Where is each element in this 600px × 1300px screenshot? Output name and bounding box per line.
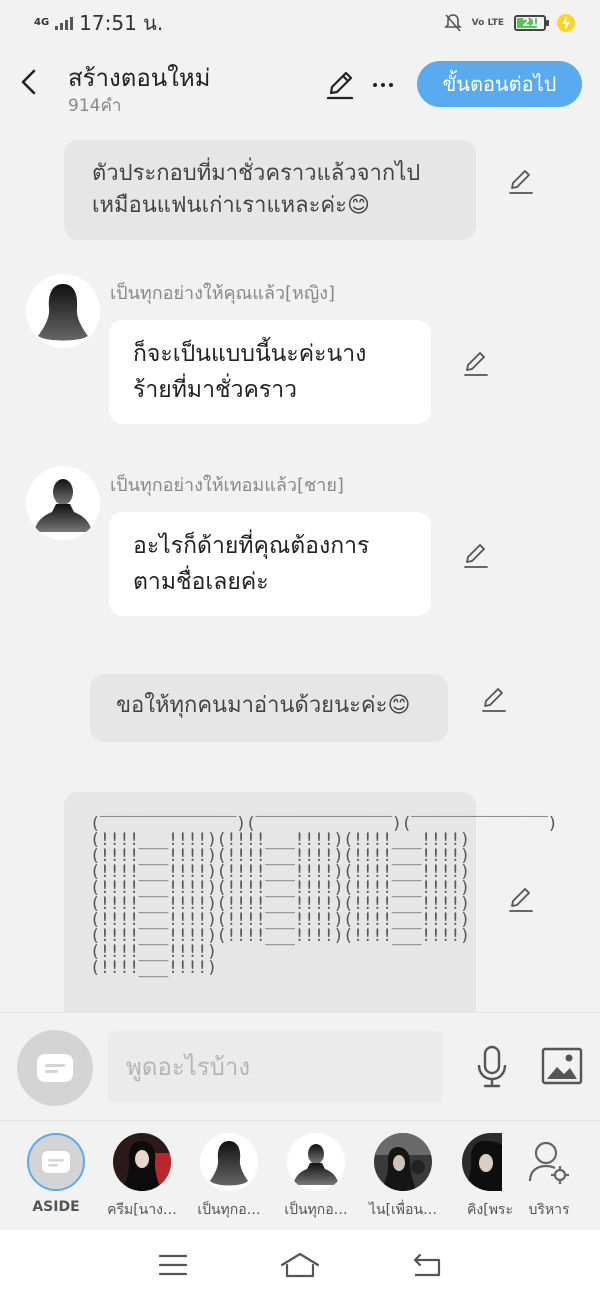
header: สร้างตอนใหม่ 914คำ ขั้นตอนต่อไป [0, 46, 600, 124]
pencil-icon [326, 71, 354, 100]
menu-button[interactable] [151, 1247, 195, 1283]
battery-icon: 21 [514, 15, 549, 31]
composer-bar [0, 1012, 600, 1120]
character-label: เป็นทุกอ… [284, 1202, 348, 1218]
narration-message[interactable]: ขอให้ทุกคนมาอ่านด้วยนะค่ะ😊 [90, 674, 448, 742]
avatar [287, 1133, 345, 1191]
status-bar: 4G 17:51 น. Vo LTE 21 [0, 0, 600, 46]
microphone-icon [477, 1045, 507, 1088]
avatar [27, 1133, 85, 1191]
mute-notifications-icon [443, 14, 462, 32]
system-navigation-bar [0, 1230, 600, 1300]
dialogue-line: ร้ายที่มาชั่วคราว [133, 377, 298, 403]
male-silhouette-avatar [34, 479, 92, 532]
narration-line: ขอให้ทุกคนมาอ่านด้วยนะค่ะ😊 [116, 693, 411, 718]
manage-characters-icon [520, 1133, 578, 1191]
aside-toggle-button[interactable] [17, 1030, 93, 1106]
character-selector: ASIDE ครีม[นาง… เป็นทุกอ… เป็นทุกอ… ไน[เ… [0, 1120, 600, 1230]
speaker-name: เป็นทุกอย่างให้เทอมแล้ว[ชาย] [110, 475, 344, 496]
narration-line: เหมือนแฟนเก่าเราแหละค่ะ😊 [92, 193, 370, 218]
more-options-button[interactable] [368, 70, 398, 100]
avatar[interactable] [26, 466, 100, 540]
avatar [462, 1133, 502, 1191]
aside-icon [37, 1054, 73, 1082]
chevron-left-icon [21, 69, 36, 95]
character-label: บริหาร [528, 1202, 570, 1218]
network-type: 4G [34, 17, 50, 28]
character-item[interactable]: เป็นทุกอ… [187, 1133, 271, 1221]
back-button[interactable] [12, 64, 44, 100]
character-photo [462, 1133, 502, 1191]
character-photo [113, 1133, 171, 1191]
character-label: ASIDE [32, 1199, 80, 1215]
female-silhouette-avatar [38, 284, 88, 341]
image-icon [541, 1047, 583, 1085]
character-item[interactable]: ไน[เพื่อน… [361, 1133, 445, 1221]
back-nav-button[interactable] [405, 1247, 449, 1283]
aside-icon [42, 1151, 70, 1173]
character-item[interactable]: ครีม[นาง… [100, 1133, 184, 1221]
edit-message-icon[interactable] [480, 686, 508, 714]
character-label: ครีม[นาง… [107, 1202, 177, 1218]
dialogue-bubble[interactable]: อะไรก็ด้ายที่คุณต้องการ ตามชื่อเลยค่ะ [109, 512, 431, 616]
avatar [374, 1133, 432, 1191]
home-button[interactable] [278, 1247, 322, 1283]
female-silhouette-avatar [210, 1141, 248, 1186]
message-input[interactable] [108, 1031, 442, 1103]
clock: 17:51 น. [79, 11, 164, 35]
narration-message[interactable]: ตัวประกอบที่มาชั่วคราวแล้วจากไป เหมือนแฟ… [64, 140, 476, 240]
male-silhouette-avatar [293, 1144, 339, 1185]
battery-level: 21 [522, 16, 538, 29]
character-photo [374, 1133, 432, 1191]
character-label: ไน[เพื่อน… [368, 1202, 438, 1218]
volte-indicator: Vo LTE [471, 17, 504, 28]
dialogue-line: อะไรก็ด้ายที่คุณต้องการ [133, 533, 370, 559]
character-aside[interactable]: ASIDE [14, 1133, 98, 1215]
avatar [113, 1133, 171, 1191]
signal-icon [55, 16, 74, 30]
avatar [200, 1133, 258, 1191]
edit-message-icon[interactable] [507, 168, 535, 196]
edit-message-icon[interactable] [462, 350, 490, 378]
narration-line: ตัวประกอบที่มาชั่วคราวแล้วจากไป [92, 161, 421, 186]
character-item[interactable]: เป็นทุกอ… [274, 1133, 358, 1221]
edit-message-icon[interactable] [507, 886, 535, 914]
dialogue-bubble[interactable]: ก็จะเป็นแบบนี้นะค่ะนาง ร้ายที่มาชั่วคราว [109, 320, 431, 424]
avatar[interactable] [26, 274, 100, 348]
next-step-button[interactable]: ขั้นตอนต่อไป [417, 61, 582, 107]
dialogue-line: ก็จะเป็นแบบนี้นะค่ะนาง [133, 341, 367, 367]
narration-message[interactable]: (‾‾‾‾‾‾‾‾‾‾‾‾‾‾)(‾‾‾‾‾‾‾‾‾‾‾‾‾‾)(‾‾‾‾‾‾‾… [64, 792, 558, 1012]
home-icon [280, 1252, 320, 1278]
manage-characters-button[interactable]: บริหาร [507, 1133, 591, 1221]
ascii-art-text: (‾‾‾‾‾‾‾‾‾‾‾‾‾‾)(‾‾‾‾‾‾‾‾‾‾‾‾‾‾)(‾‾‾‾‾‾‾… [90, 814, 558, 978]
word-count: 914คำ [68, 96, 122, 116]
message-list[interactable]: ตัวประกอบที่มาชั่วคราวแล้วจากไป เหมือนแฟ… [0, 124, 600, 1012]
character-label: เป็นทุกอ… [197, 1202, 261, 1218]
edit-title-button[interactable] [323, 68, 357, 102]
hamburger-icon [159, 1254, 188, 1276]
edit-message-icon[interactable] [462, 542, 490, 570]
microphone-button[interactable] [474, 1045, 510, 1089]
speaker-name: เป็นทุกอย่างให้คุณแล้ว[หญิง] [110, 283, 336, 304]
dialogue-line: ตามชื่อเลยค่ะ [133, 569, 269, 595]
back-icon [413, 1253, 440, 1277]
charging-icon [557, 14, 575, 32]
insert-image-button[interactable] [541, 1047, 583, 1085]
